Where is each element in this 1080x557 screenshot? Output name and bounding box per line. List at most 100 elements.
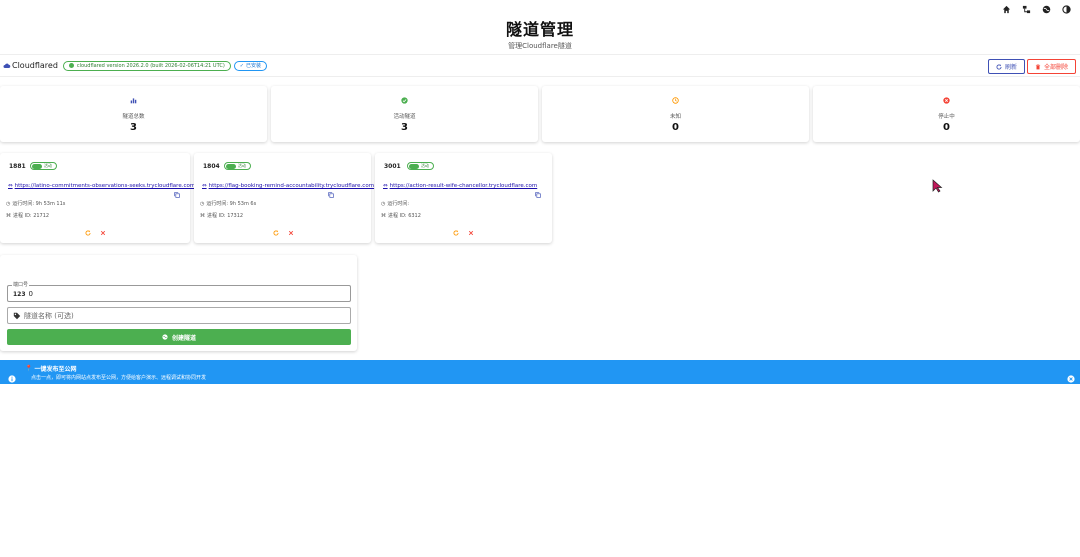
stat-total: 隧道总数 3 <box>0 86 267 142</box>
stats-row: 隧道总数 3 活动隧道 3 未知 0 停止中 0 <box>0 86 1080 142</box>
bar-chart-icon <box>130 96 138 104</box>
port-field-value: 123 0 <box>13 290 33 298</box>
top-toolbar <box>1000 3 1072 15</box>
link-icon: ⇔ <box>8 183 13 189</box>
app-name: Cloudflared <box>12 61 58 70</box>
status-text: 活动 <box>238 163 246 168</box>
status-badge: 活动 <box>224 162 251 170</box>
delete-icon[interactable] <box>100 230 106 236</box>
globe-icon <box>162 334 168 340</box>
tunnel-url-link[interactable]: ⇔ https://action-result-wife-chancellor.t… <box>383 183 537 189</box>
delete-icon[interactable] <box>288 230 294 236</box>
tunnel-url-link[interactable]: ⇔ https://flag-booking-remind-accountabil… <box>202 183 374 189</box>
status-badge: 活动 <box>407 162 434 170</box>
uptime-text: 运行时间: <box>387 201 410 207</box>
toggle-icon <box>32 163 42 169</box>
stat-label: 活动隧道 <box>393 114 416 120</box>
version-text: cloudflared version 2026.2.0 (built 2026… <box>76 62 225 69</box>
tunnel-name-placeholder: 隧道名称 (可选) <box>24 311 74 320</box>
tunnel-port: 3001 <box>384 163 401 170</box>
pid-text: 进程 ID: 21712 <box>13 213 50 219</box>
timer-icon: ◷ <box>6 200 11 207</box>
delete-icon[interactable] <box>468 230 474 236</box>
delete-all-label: 全部删除 <box>1043 64 1068 71</box>
tunnel-card: 1881 活动 ⇔ https://latino-commitments-obse… <box>0 153 195 243</box>
tunnel-uptime: ◷ 运行时间: 9h 53m 11s <box>6 200 66 208</box>
tunnel-port: 1804 <box>203 163 220 170</box>
tunnel-list: 1881 活动 ⇔ https://latino-commitments-obse… <box>0 153 552 243</box>
create-tunnel-label: 创建隧道 <box>171 334 196 342</box>
status-text: 活动 <box>44 163 52 168</box>
stat-value: 3 <box>130 122 137 133</box>
restart-icon[interactable] <box>273 230 279 236</box>
tunnel-actions <box>273 230 294 236</box>
tunnel-url-link[interactable]: ⇔ https://latino-commitments-observations… <box>8 183 195 189</box>
stat-value: 0 <box>672 122 679 133</box>
tunnel-port: 1881 <box>9 163 26 170</box>
uptime-text: 运行时间: 9h 53m 11s <box>12 201 66 207</box>
tunnel-uptime: ◷ 运行时间: <box>381 200 410 208</box>
banner-description: 点击一点，即可将内网站点发布至公网，方便给客户演示、远程调试和协同开发 <box>31 375 207 381</box>
pid-text: 进程 ID: 17312 <box>207 213 244 219</box>
tunnel-url: https://latino-commitments-observations-… <box>14 183 196 189</box>
page-header: 隧道管理 管理Cloudflare隧道 <box>0 16 1080 51</box>
uptime-text: 运行时间: 9h 53m 6s <box>206 201 257 207</box>
stop-circle-icon <box>943 96 951 104</box>
status-dot-icon <box>68 63 74 68</box>
cloudflared-brand: Cloudflared <box>3 61 58 70</box>
toggle-icon <box>409 163 419 169</box>
status-badge: 活动 <box>30 162 57 170</box>
globe-icon[interactable] <box>1040 3 1052 15</box>
pid-icon: ⌘ <box>200 212 205 219</box>
stat-value: 0 <box>943 122 950 133</box>
cloudflared-status-bar: Cloudflared cloudflared version 2026.2.0… <box>0 54 1080 77</box>
stat-value: 3 <box>401 122 408 133</box>
pid-text: 进程 ID: 6312 <box>388 213 421 219</box>
link-icon: ⇔ <box>202 183 207 189</box>
delete-all-button[interactable]: 全部删除 <box>1027 59 1076 74</box>
numeric-icon: 123 <box>13 290 26 298</box>
info-icon <box>8 368 16 383</box>
check-circle-icon <box>401 96 409 104</box>
close-icon[interactable] <box>1067 368 1075 383</box>
dark-mode-icon[interactable] <box>1060 3 1072 15</box>
banner-title: 📍 一键发布至公网 <box>25 364 77 373</box>
tunnel-card: 3001 活动 ⇔ https://action-result-wife-chan… <box>375 153 552 243</box>
status-text: 活动 <box>421 163 429 168</box>
refresh-label: 刷新 <box>1004 64 1017 71</box>
installed-text: 已安装 <box>246 63 262 69</box>
pid-icon: ⌘ <box>6 212 11 219</box>
mouse-cursor-icon <box>932 179 943 193</box>
home-icon[interactable] <box>1000 3 1012 15</box>
trash-icon <box>1035 63 1041 69</box>
copy-icon[interactable] <box>174 183 180 198</box>
tunnel-actions <box>85 230 106 236</box>
timer-icon: ◷ <box>381 200 386 207</box>
pin-icon: 📍 <box>25 365 33 372</box>
tunnel-pid: ⌘ 进程 ID: 6312 <box>381 212 421 220</box>
tunnel-actions <box>453 230 474 236</box>
stat-label: 未知 <box>669 114 681 120</box>
tunnel-card: 1804 活动 ⇔ https://flag-booking-remind-acc… <box>194 153 374 243</box>
restart-icon[interactable] <box>85 230 91 236</box>
info-banner: 📍 一键发布至公网 点击一点，即可将内网站点发布至公网，方便给客户演示、远程调试… <box>0 360 1080 384</box>
tunnel-name-field[interactable]: 隧道名称 (可选) <box>7 307 351 324</box>
tunnel-url: https://flag-booking-remind-accountabili… <box>208 183 375 189</box>
stat-label: 停止中 <box>938 114 955 120</box>
clock-icon <box>672 96 680 104</box>
copy-icon[interactable] <box>328 183 334 198</box>
stat-label: 隧道总数 <box>122 114 145 120</box>
port-value: 0 <box>28 290 33 298</box>
installed-chip: ✓ 已安装 <box>233 60 268 71</box>
restart-icon[interactable] <box>453 230 459 236</box>
tag-icon <box>13 312 21 319</box>
sitemap-icon[interactable] <box>1020 3 1032 15</box>
stat-stopped: 停止中 0 <box>813 86 1080 142</box>
port-field[interactable]: 端口号 123 0 <box>7 281 351 302</box>
refresh-icon <box>996 64 1002 70</box>
refresh-button[interactable]: 刷新 <box>988 59 1025 74</box>
create-tunnel-button[interactable]: 创建隧道 <box>7 329 351 345</box>
copy-icon[interactable] <box>535 183 541 198</box>
tunnel-pid: ⌘ 进程 ID: 17312 <box>200 212 244 220</box>
port-field-label: 端口号 <box>12 281 30 288</box>
